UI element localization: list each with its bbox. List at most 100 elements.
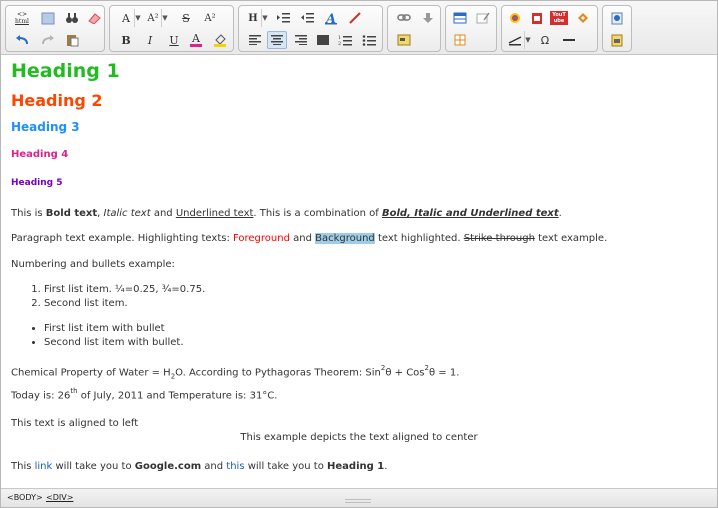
paste-button[interactable] (62, 31, 82, 49)
outdent-icon (301, 13, 314, 23)
link-google[interactable]: link (35, 461, 53, 472)
font-name-button[interactable]: A² (143, 9, 163, 27)
brush-icon (349, 12, 361, 24)
horizontal-rule-button[interactable] (559, 31, 579, 49)
html-source-button[interactable]: <> html (12, 9, 32, 27)
breadcrumb-div[interactable]: <DIV> (46, 493, 73, 502)
image-button[interactable] (394, 31, 414, 49)
text-run: of July, 2011 and Temperature is: 31°C. (77, 390, 278, 402)
redo-button[interactable] (38, 31, 58, 49)
heading-ref-text: Heading 1 (327, 461, 385, 472)
rule-style-button[interactable] (505, 31, 525, 49)
unordered-list-button[interactable] (359, 31, 379, 49)
brush-button[interactable] (345, 9, 365, 27)
table-grid-icon (454, 34, 466, 46)
ordered-list: First list item. ¼=0.25, ¾=0.75. Second … (44, 283, 205, 311)
align-center-icon (271, 35, 283, 45)
text-run: Paragraph text example. Highlighting tex… (11, 233, 233, 244)
editor-content[interactable]: Heading 1 Heading 2 Heading 3 Heading 4 … (2, 56, 716, 488)
text-run: text example. (534, 233, 608, 244)
highlight-button[interactable] (210, 31, 230, 49)
omega-icon: Ω (540, 33, 550, 47)
superscript-label: A² (204, 12, 216, 24)
flash-button[interactable] (573, 9, 593, 27)
font-name-label: A² (147, 12, 159, 24)
text-run: text highlighted. (374, 233, 464, 244)
align-left-icon (249, 35, 261, 45)
edit-group: <> html (5, 5, 105, 52)
styles-button[interactable]: A (321, 9, 341, 27)
text-run: . (558, 208, 562, 219)
form-icon (476, 12, 490, 24)
ordered-list-icon: 12 (338, 35, 352, 46)
rule-style-dropdown[interactable]: ▼ (524, 31, 531, 49)
bold-button[interactable]: B (116, 31, 136, 49)
link-heading[interactable]: this (226, 461, 244, 472)
chain-link-icon (397, 14, 411, 21)
redo-icon (42, 35, 54, 45)
binoculars-icon (66, 13, 78, 23)
link-button[interactable] (394, 9, 414, 27)
toolbar: <> html A ▼ A² ▼ S A² B I U A H ▼ A 1 2 … (1, 1, 717, 55)
strikethrough-button[interactable]: S (176, 9, 196, 27)
font-size-button[interactable]: A (116, 9, 136, 27)
clear-format-button[interactable] (84, 9, 104, 27)
heading-button[interactable]: H (243, 9, 263, 27)
italic-button[interactable]: I (140, 31, 160, 49)
paragraph-highlight: Paragraph text example. Highlighting tex… (11, 233, 607, 244)
heading-dropdown[interactable]: ▼ (261, 9, 268, 27)
underline-button[interactable]: U (164, 31, 184, 49)
preview-button[interactable] (607, 9, 627, 27)
font-color-swatch (190, 43, 202, 47)
font-color-label: A (192, 31, 200, 45)
special-char-button[interactable]: Ω (535, 31, 555, 49)
text-run: and (150, 208, 176, 219)
ordered-list-button[interactable]: 12 (335, 31, 355, 49)
table-grid-button[interactable] (450, 31, 470, 49)
font-size-dropdown[interactable]: ▼ (134, 9, 141, 27)
link-group (387, 5, 441, 52)
combo-text: Bold, Italic and Underlined text (381, 208, 559, 219)
paragraph-group: H ▼ A 1 2 (238, 5, 383, 52)
print-button[interactable] (607, 31, 627, 49)
foreground-text: Foreground (233, 233, 290, 244)
undo-button[interactable] (12, 31, 32, 49)
chevron-down-icon: ▼ (525, 36, 531, 44)
paragraph-formatting: This is Bold text, Italic text and Under… (11, 208, 562, 219)
paragraph-lists-intro: Numbering and bullets example: (11, 259, 175, 270)
superscript: 2 (380, 364, 386, 372)
align-left-button[interactable] (245, 31, 265, 49)
color-picker-button[interactable] (505, 9, 525, 27)
form-button[interactable] (473, 9, 493, 27)
horizontal-rule-icon (563, 39, 575, 41)
align-right-button[interactable] (291, 31, 311, 49)
heading-4: Heading 4 (11, 149, 69, 160)
html-label: html (15, 18, 29, 25)
breadcrumb-body[interactable]: <BODY> (7, 493, 43, 502)
outdent-button[interactable] (297, 9, 317, 27)
resize-handle[interactable] (345, 499, 371, 503)
pdf-button[interactable] (527, 9, 547, 27)
justify-icon (317, 35, 329, 45)
superscript-button[interactable]: A² (200, 9, 220, 27)
align-center-button[interactable] (267, 31, 287, 49)
justify-button[interactable] (313, 31, 333, 49)
indent-button[interactable] (273, 9, 293, 27)
anchor-button[interactable] (418, 9, 438, 27)
youtube-button[interactable]: YouTube (549, 9, 569, 27)
font-color-button[interactable]: A (186, 31, 206, 49)
color-wheel-icon (510, 13, 520, 23)
bold-label: B (121, 33, 131, 47)
text-run: and (289, 233, 316, 244)
find-button[interactable] (62, 9, 82, 27)
list-item: Second list item. (44, 297, 205, 311)
bullet-list: First list item with bullet Second list … (44, 322, 184, 350)
heading-3: Heading 3 (11, 120, 80, 134)
text-run: θ + Cos (385, 367, 425, 379)
indent-icon (277, 13, 290, 23)
text-run: This is (11, 208, 46, 219)
list-item: First list item. ¼=0.25, ¾=0.75. (44, 283, 205, 297)
table-button[interactable] (450, 9, 470, 27)
font-name-dropdown[interactable]: ▼ (161, 9, 168, 27)
select-all-button[interactable] (38, 9, 58, 27)
